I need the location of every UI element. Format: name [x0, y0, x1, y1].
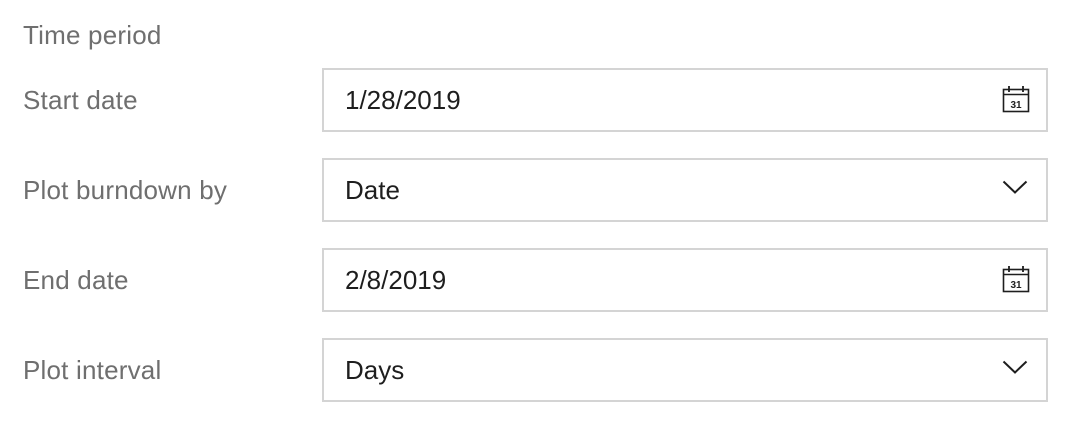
plot-interval-row: Plot interval Days [0, 338, 1088, 402]
chevron-down-icon[interactable] [1002, 178, 1028, 196]
calendar-icon[interactable]: 31 [1002, 265, 1030, 293]
calendar-icon-day: 31 [1010, 100, 1022, 111]
calendar-icon[interactable]: 31 [1002, 85, 1030, 113]
end-date-row: End date 2/8/2019 31 [0, 248, 1088, 312]
calendar-icon-day: 31 [1010, 280, 1022, 291]
end-date-field[interactable]: 2/8/2019 31 [322, 248, 1048, 312]
start-date-value: 1/28/2019 [345, 85, 461, 115]
end-date-value: 2/8/2019 [345, 265, 447, 295]
plot-interval-dropdown[interactable]: Days [322, 338, 1048, 402]
plot-interval-value: Days [345, 355, 405, 385]
plot-burndown-by-row: Plot burndown by Date [0, 158, 1088, 222]
start-date-row: Start date 1/28/2019 31 [0, 68, 1088, 132]
chevron-down-icon[interactable] [1002, 358, 1028, 376]
start-date-label: Start date [23, 85, 138, 115]
end-date-label: End date [23, 265, 129, 295]
section-title: Time period [23, 20, 162, 50]
start-date-field[interactable]: 1/28/2019 31 [322, 68, 1048, 132]
plot-burndown-by-dropdown[interactable]: Date [322, 158, 1048, 222]
plot-burndown-by-value: Date [345, 175, 400, 205]
plot-interval-label: Plot interval [23, 355, 162, 385]
plot-burndown-by-label: Plot burndown by [23, 175, 228, 205]
